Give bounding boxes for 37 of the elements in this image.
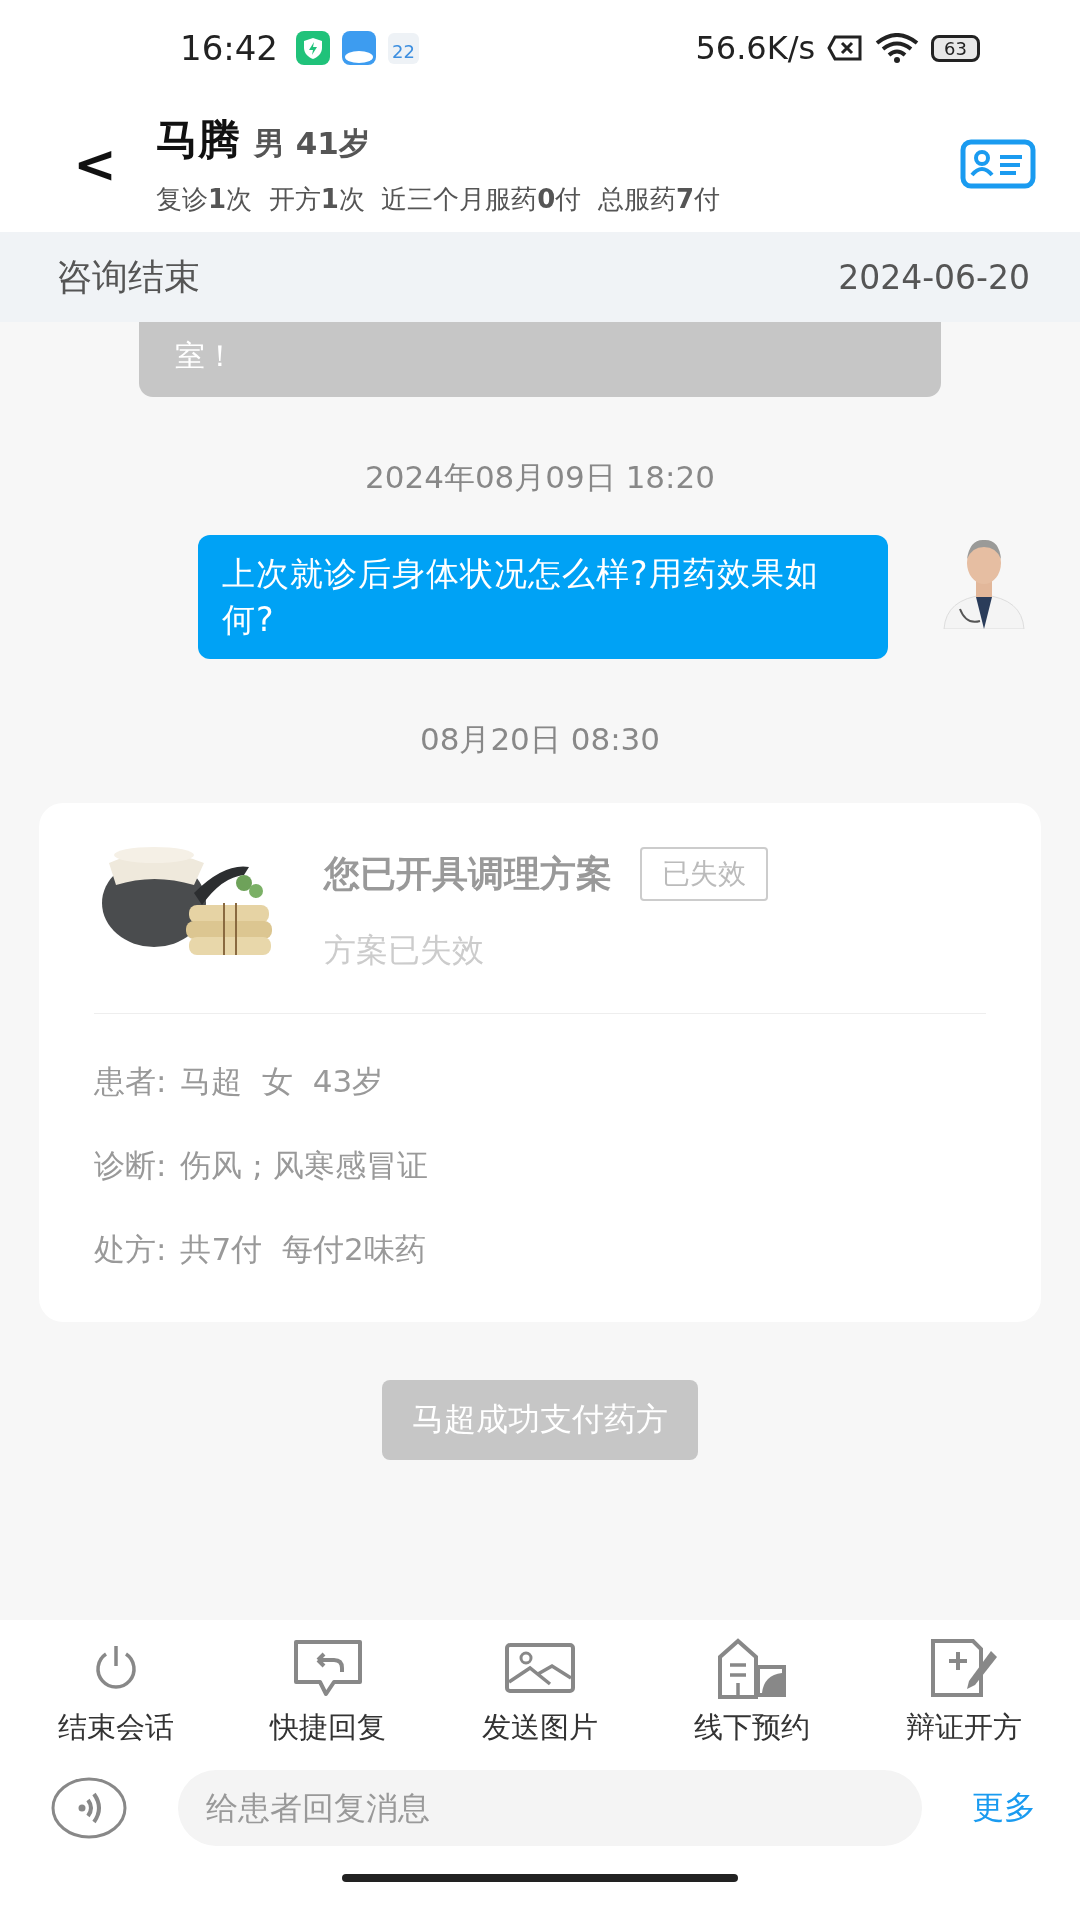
consult-status: 咨询结束 — [56, 254, 200, 299]
message-time: 2024年08月09日 18:20 — [365, 458, 715, 497]
no-sim-icon — [827, 35, 864, 61]
system-notice: 马超成功支付药方 — [382, 1380, 698, 1460]
voice-icon[interactable] — [50, 1776, 128, 1840]
network-speed: 56.6K/s — [695, 29, 816, 67]
toolbar-button[interactable]: 快捷回复 — [228, 1636, 428, 1748]
field-label: 诊断: — [94, 1146, 167, 1185]
patient-stats: 复诊1次 开方1次 近三个月服药0付 总服药7付 — [156, 182, 721, 216]
toolbar-button[interactable]: 结束会话 — [16, 1636, 216, 1748]
wifi-icon — [875, 33, 920, 63]
patient-name: 马腾 — [156, 113, 240, 166]
calendar-app-icon: 22 — [388, 32, 419, 64]
field-value: 马超 女 43岁 — [180, 1062, 384, 1101]
message-time: 08月20日 08:30 — [419, 720, 661, 759]
field-value: 共7付 每付2味药 — [180, 1230, 426, 1269]
field-label: 患者: — [94, 1062, 167, 1101]
battery-icon: 63 — [931, 34, 980, 62]
field-value: 伤风 ; 风寒感冒证 — [180, 1146, 428, 1185]
message-input[interactable]: 给患者回复消息 — [178, 1770, 922, 1846]
status-time: 16:42 — [180, 28, 278, 68]
toolbar-button[interactable]: 发送图片 — [440, 1636, 640, 1748]
edit-document-icon — [929, 1636, 999, 1700]
consult-date: 2024-06-20 — [838, 257, 1030, 297]
message-bubble: 上次就诊后身体状况怎么样?用药效果如何? — [198, 535, 888, 659]
patient-gender-age: 男 41岁 — [254, 123, 370, 163]
shield-app-icon — [296, 31, 330, 65]
toolbar-button[interactable]: 辩证开方 — [864, 1636, 1064, 1748]
id-card-icon[interactable] — [960, 139, 1036, 189]
toolbar-button[interactable]: 线下预约 — [652, 1636, 852, 1748]
system-notice: 室！ — [139, 322, 941, 397]
back-button[interactable]: < — [60, 134, 130, 194]
building-icon — [716, 1636, 788, 1700]
plan-title: 您已开具调理方案 — [324, 851, 612, 896]
expired-tag: 已失效 — [640, 847, 768, 901]
field-label: 处方: — [94, 1230, 167, 1269]
weather-app-icon — [342, 31, 376, 65]
